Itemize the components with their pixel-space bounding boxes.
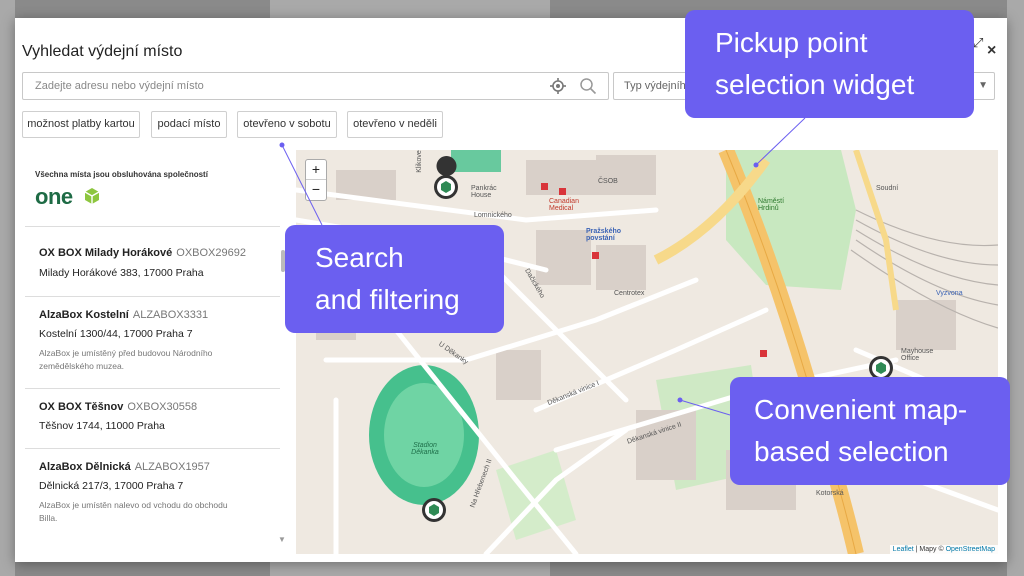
item-note: AlzaBox je umístěný před budovou Národní… [39,348,213,371]
chevron-down-icon: ▼ [978,80,988,91]
callout-map: Convenient map- based selection [730,377,1010,485]
callout-search: Search and filtering [285,225,504,333]
map-label: Stadion Děkanka [411,442,439,456]
item-code: OXBOX30558 [127,401,198,413]
park-small [451,150,501,172]
item-code: OXBOX29692 [176,247,246,259]
item-address: Milady Horákové 383, 17000 Praha [39,267,204,279]
item-title: OX BOX Těšnov [39,401,124,413]
filter-card-payment-button[interactable]: možnost platby kartou [22,111,140,138]
item-title: AlzaBox Kostelní [39,309,129,321]
item-address: Dělnická 217/3, 17000 Praha 7 [39,480,184,492]
map-label: Soudní [876,185,899,192]
item-title: AlzaBox Dělnická [39,461,131,473]
map-label: Pankrác House [471,185,497,199]
callout-widget: Pickup point selection widget [685,10,974,118]
pickup-pin [422,498,446,522]
zoom-in-button[interactable]: + [306,160,326,180]
list-item[interactable]: AlzaBox Dělnická ALZABOX1957 Dělnická 217… [25,448,280,548]
item-address: Kostelní 1300/44, 17000 Praha 7 [39,328,193,340]
map-label: Lomnického [474,212,512,219]
list-header: Všechna místa jsou obsluhována společnos… [35,170,208,179]
attribution-separator: | Mapy © [913,546,946,553]
modal-title: Vyhledat výdejní místo [22,43,183,60]
filter-sunday-button[interactable]: otevřeno v neděli [347,111,443,138]
item-name: AlzaBox Kostelní ALZABOX3331 [39,309,208,321]
map-label: Pražského povstání [586,228,622,242]
callout-widget-line2: selection widget [715,69,915,100]
filter-drop-off-button[interactable]: podací místo [151,111,227,138]
search-input[interactable] [23,73,543,99]
callout-search-line1: Search [315,242,404,273]
leaflet-link[interactable]: Leaflet [893,546,914,553]
osm-link[interactable]: OpenStreetMap [946,546,995,553]
map[interactable]: Klikove Lomnického Pankrác House Canadia… [296,150,998,554]
scroll-down-icon[interactable]: ▼ [278,535,286,544]
list-item[interactable]: OX BOX Milady Horákové OXBOX29692 Milady … [25,226,280,296]
search-box [22,72,609,100]
map-label: Mayhouse Office [901,348,934,362]
map-label: Vyzvona [936,290,963,297]
zoom-control: + − [305,159,327,201]
item-code: ALZABOX3331 [132,309,209,321]
zoom-out-button[interactable]: − [306,180,326,200]
close-icon[interactable]: × [987,42,996,60]
list-item[interactable]: OX BOX Těšnov OXBOX30558 Těšnov 1744, 110… [25,388,280,448]
cube-logo-icon [84,188,100,204]
map-label: ČSOB [598,178,618,185]
filter-saturday-button[interactable]: otevřeno v sobotu [237,111,337,138]
expand-icon[interactable]: ⤢ [973,36,987,50]
callout-map-line2: based selection [754,436,949,467]
backdrop-left [0,0,15,576]
map-attribution: Leaflet | Mapy © OpenStreetMap [889,545,998,554]
item-address: Těšnov 1744, 11000 Praha [39,420,165,432]
map-label: Centrotex [614,290,645,297]
item-title: OX BOX Milady Horákové [39,247,173,259]
carrier-logo: one [35,184,73,209]
map-tiles [296,150,998,554]
item-note: AlzaBox je umístěn nalevo od vchodu do o… [39,500,228,523]
backdrop-right [1007,0,1024,576]
callout-widget-line1: Pickup point [715,27,868,58]
pickup-point-list: Všechna místa jsou obsluhována společnos… [15,150,296,562]
callout-map-line1: Convenient map- [754,394,968,425]
item-name: OX BOX Milady Horákové OXBOX29692 [39,247,246,259]
locate-icon[interactable] [550,78,566,94]
map-label: Náměstí Hrdinů [758,198,785,212]
callout-search-line2: and filtering [315,284,460,315]
map-label: Canadian Medical [549,198,579,212]
list-item[interactable]: AlzaBox Kostelní ALZABOX3331 Kostelní 130… [25,296,280,388]
search-icon[interactable] [579,77,597,95]
type-select-label: Typ výdejního [624,80,692,92]
item-code: ALZABOX1957 [134,461,210,473]
item-name: OX BOX Těšnov OXBOX30558 [39,401,197,413]
map-label: Klikove [415,150,423,173]
item-name: AlzaBox Dělnická ALZABOX1957 [39,461,210,473]
map-label: Kotorská [816,490,844,497]
